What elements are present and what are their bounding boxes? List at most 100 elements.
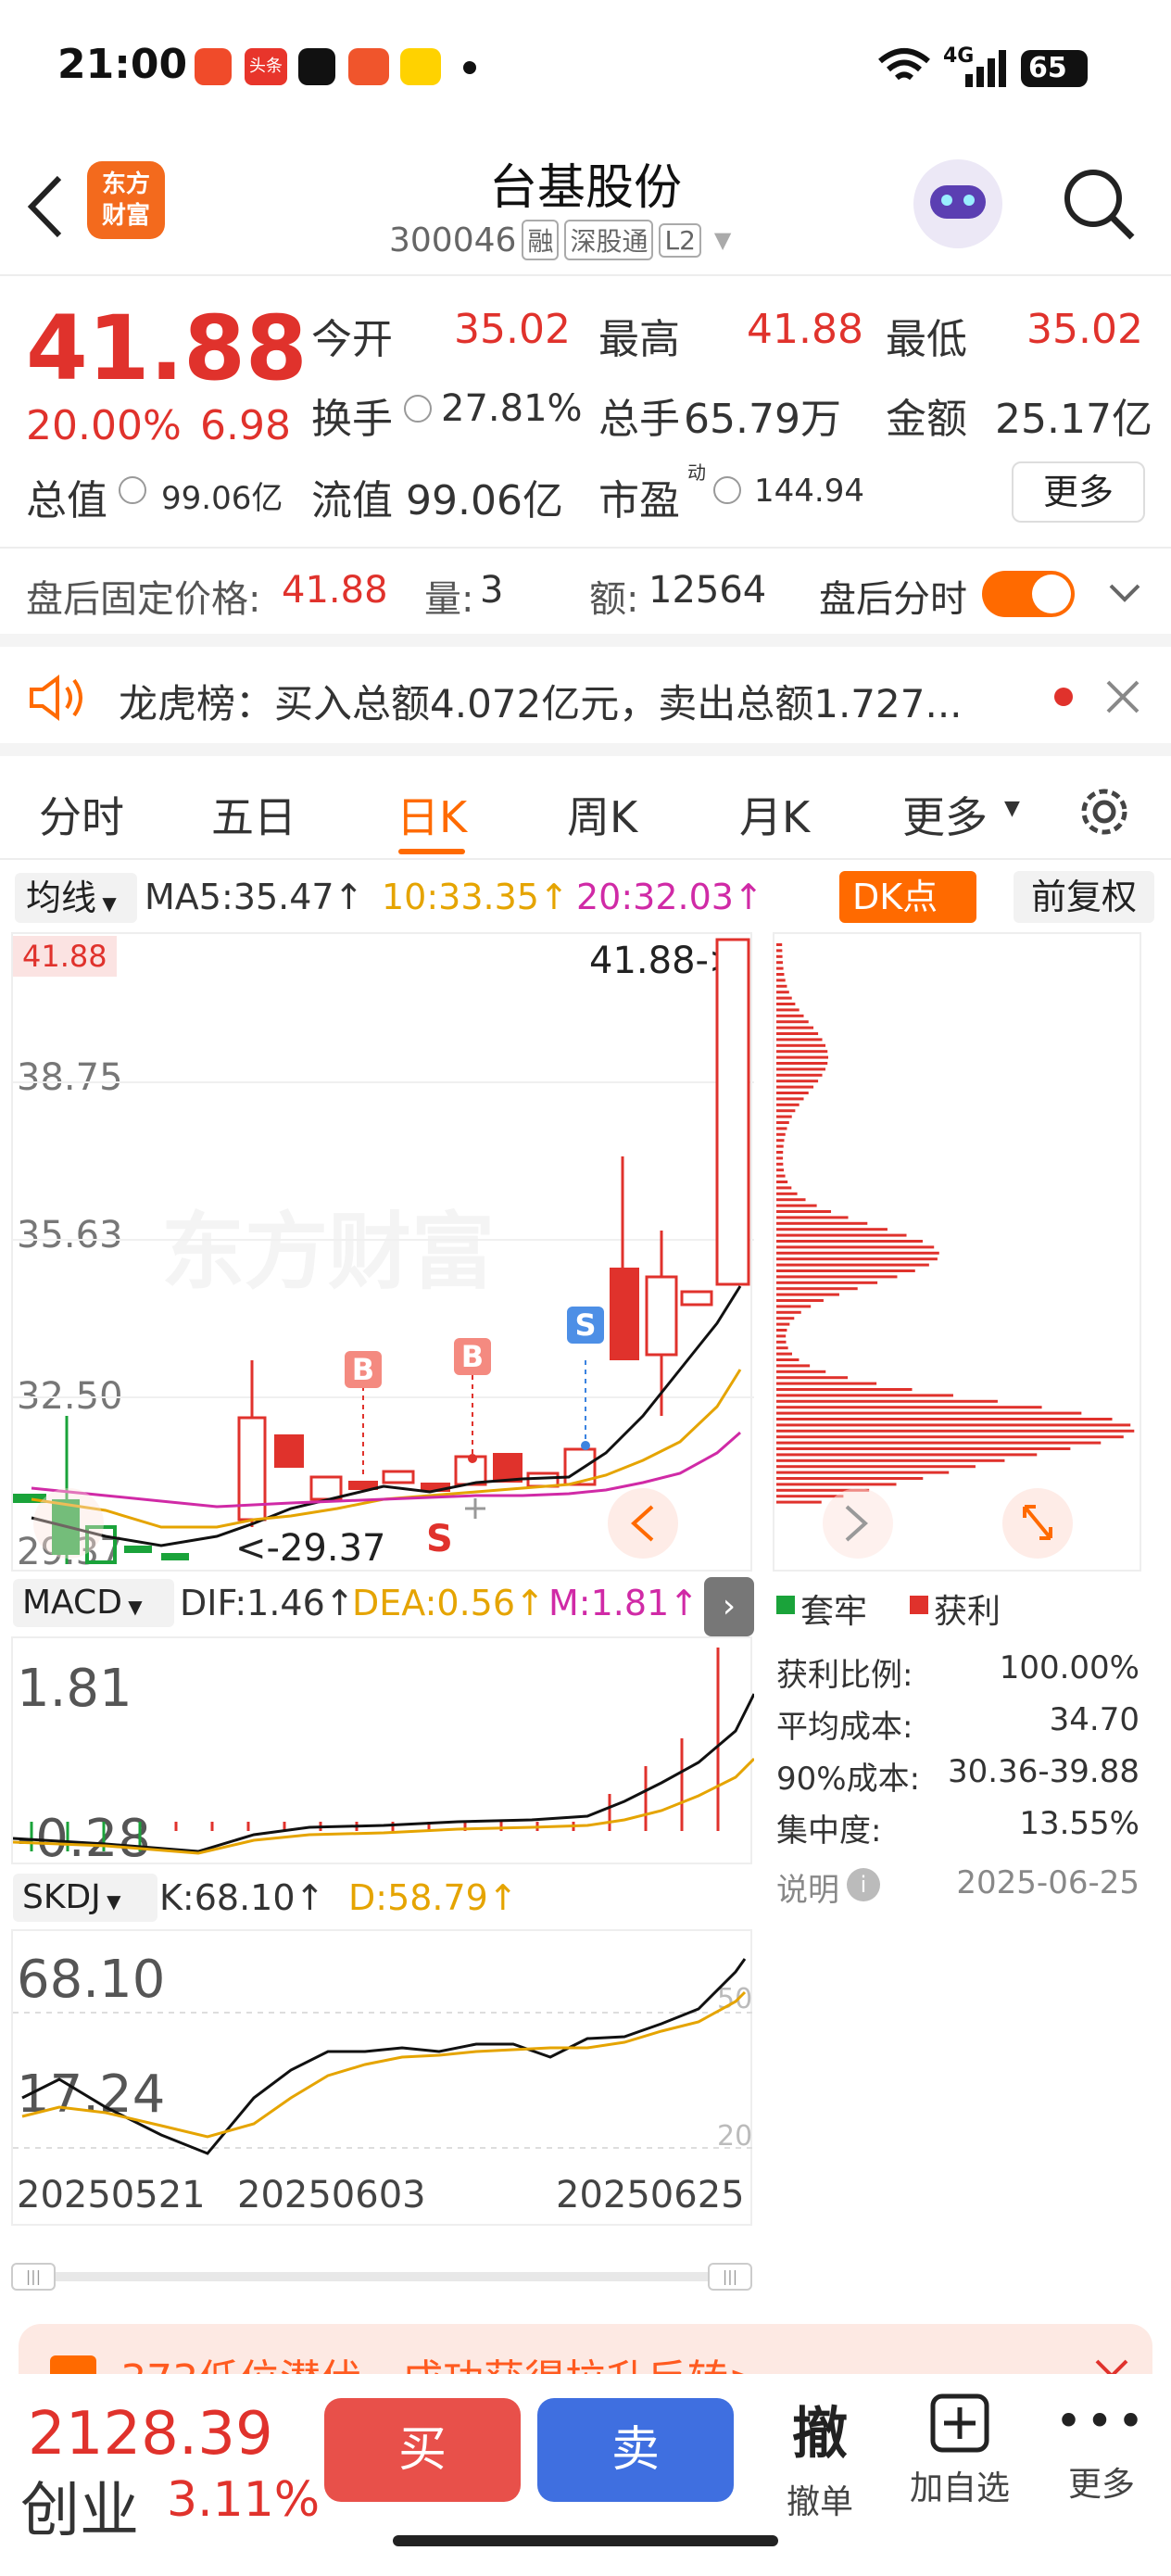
chip-bar	[776, 1317, 795, 1320]
index-change: 3.11%	[167, 2472, 321, 2528]
stock-code: 300046	[389, 221, 517, 259]
chip-bar	[776, 966, 784, 970]
legend-trapped-swatch	[776, 1596, 795, 1614]
avg-cost-value: 34.70	[1049, 1701, 1140, 1738]
gear-icon[interactable]	[1075, 782, 1134, 841]
tab-more-arrow-icon: ▼	[1004, 797, 1020, 820]
chip-bar	[776, 1092, 809, 1094]
chip-bar	[776, 1014, 804, 1017]
stock-code-row[interactable]: 300046 融 深股通 L2 ▼	[389, 217, 731, 263]
chip-bar	[776, 1340, 787, 1344]
chip-bar	[776, 1151, 784, 1154]
chip-bar	[776, 1050, 828, 1054]
chip-stats: 套牢 获利 获利比例: 100.00% 平均成本: 34.70 90%成本: 3…	[773, 1575, 1143, 1909]
ma5-value: MA5:35.47↑	[145, 877, 364, 917]
status-time: 21:00	[57, 41, 188, 88]
profit-ratio-label: 获利比例:	[776, 1657, 913, 1694]
skdj-select[interactable]: SKDJ ▼	[13, 1874, 157, 1922]
tab-daily-k[interactable]: 日K	[397, 784, 467, 845]
chip-date: 2025-06-25	[956, 1864, 1140, 1901]
macd-chart[interactable]: 1.81 -0.28	[11, 1636, 754, 1869]
close-icon[interactable]	[1104, 678, 1141, 715]
macd-dif: DIF:1.46↑	[180, 1583, 355, 1623]
chip-bar	[776, 1281, 878, 1284]
chip-bar	[776, 1127, 787, 1130]
cancel-order-button[interactable]: 撤 撤单	[760, 2389, 880, 2528]
tab-timeshare[interactable]: 分时	[39, 784, 124, 845]
cancel-order-icon: 撤	[792, 2402, 848, 2467]
tab-more[interactable]: 更多	[902, 784, 988, 845]
info-icon	[404, 395, 432, 423]
date-label: 20250521	[17, 2174, 206, 2216]
after-hours-row: 盘后固定价格: 41.88 量: 3 额: 12564 盘后分时	[0, 549, 1171, 634]
dk-point-button[interactable]: DK点	[839, 871, 976, 923]
chip-bar	[776, 1453, 1038, 1457]
add-icon	[930, 2393, 989, 2453]
float-value: 99.06亿	[406, 477, 563, 524]
adjust-button[interactable]: 前复权	[1014, 871, 1154, 923]
chart-scrollbar[interactable]: ||| |||	[11, 2263, 752, 2291]
other-app-icon	[400, 48, 441, 85]
sell-marker[interactable]: S	[567, 1307, 604, 1344]
battery-level: 65	[1028, 52, 1067, 84]
skdj-d: D:58.79↑	[348, 1877, 518, 1918]
chip-note-label[interactable]: 说明	[776, 1864, 839, 1910]
mktcap-label: 总值	[26, 477, 107, 524]
tab-five-day[interactable]: 五日	[211, 784, 296, 845]
after-hours-price: 41.88	[282, 569, 388, 612]
expand-button[interactable]: ›	[704, 1577, 754, 1636]
chip-bar	[776, 1067, 826, 1071]
chip-bar	[776, 1370, 826, 1373]
chip-bars-svg	[776, 943, 1135, 1559]
chip-bar	[776, 1121, 789, 1124]
chip-bar	[776, 979, 786, 982]
notice-bar[interactable]: 龙虎榜：买入总额4.072亿元，卖出总额1.727...	[0, 647, 1171, 743]
more-quote-button[interactable]: 更多	[1012, 461, 1145, 523]
ma-select[interactable]: 均线 ▼	[15, 873, 137, 923]
chip-bar	[776, 1043, 826, 1047]
search-icon[interactable]	[1060, 165, 1138, 243]
buy-marker[interactable]: B	[345, 1351, 382, 1388]
kline-chart[interactable]: 东方财富 41.88 38.75 35.63 32.50 29.37 41.88…	[11, 932, 754, 1573]
tab-weekly-k[interactable]: 周K	[567, 784, 637, 845]
tab-monthly-k[interactable]: 月K	[739, 784, 810, 845]
info-icon[interactable]: i	[847, 1868, 880, 1901]
chip-bar	[776, 1299, 824, 1302]
turnover-label: 换手	[311, 396, 393, 443]
chip-bar	[776, 1221, 868, 1225]
scroll-handle-left[interactable]: |||	[11, 2263, 56, 2291]
add-watchlist-button[interactable]: 加自选	[899, 2389, 1021, 2528]
chip-bar	[776, 961, 783, 965]
toutiao-lite-icon	[195, 48, 232, 85]
robot-assistant-icon[interactable]	[913, 159, 1002, 248]
cost90-value: 30.36-39.88	[948, 1753, 1140, 1790]
buy-button[interactable]: 买	[324, 2398, 521, 2502]
skdj-k: K:68.10↑	[159, 1877, 325, 1918]
high-label: 最高	[598, 316, 680, 363]
macd-select[interactable]: MACD ▼	[13, 1579, 174, 1627]
chip-bar	[776, 1186, 792, 1190]
after-hours-toggle[interactable]	[982, 571, 1075, 617]
buy-marker[interactable]: B	[454, 1338, 491, 1375]
chip-bar	[776, 1394, 953, 1397]
index-value: 2128.39	[28, 2400, 273, 2469]
chip-bar	[776, 1447, 1071, 1450]
date-label: 20250625	[556, 2174, 745, 2216]
chip-bar	[776, 954, 783, 958]
concentration-value: 13.55%	[1019, 1805, 1140, 1842]
index-widget[interactable]: 2128.39 创业 3.11%	[19, 2393, 320, 2545]
scroll-handle-right[interactable]: |||	[708, 2263, 752, 2291]
skdj-chart[interactable]: 68.10 17.24 50 20 20250521 20250603 2025…	[11, 1929, 754, 2226]
chip-bar	[776, 1364, 811, 1368]
chip-bar	[776, 973, 785, 976]
chip-bar	[776, 1352, 792, 1356]
chip-distribution[interactable]	[773, 932, 1141, 1572]
chip-bar	[776, 984, 787, 988]
ma10-value: 10:33.35↑	[382, 877, 569, 917]
sell-button[interactable]: 卖	[537, 2398, 734, 2502]
more-button[interactable]: ••• 更多	[1041, 2389, 1162, 2528]
chevron-down-icon[interactable]	[1108, 582, 1141, 604]
chip-bar	[776, 1103, 800, 1106]
date-label: 20250603	[237, 2174, 426, 2216]
concentration-label: 集中度:	[776, 1812, 882, 1850]
